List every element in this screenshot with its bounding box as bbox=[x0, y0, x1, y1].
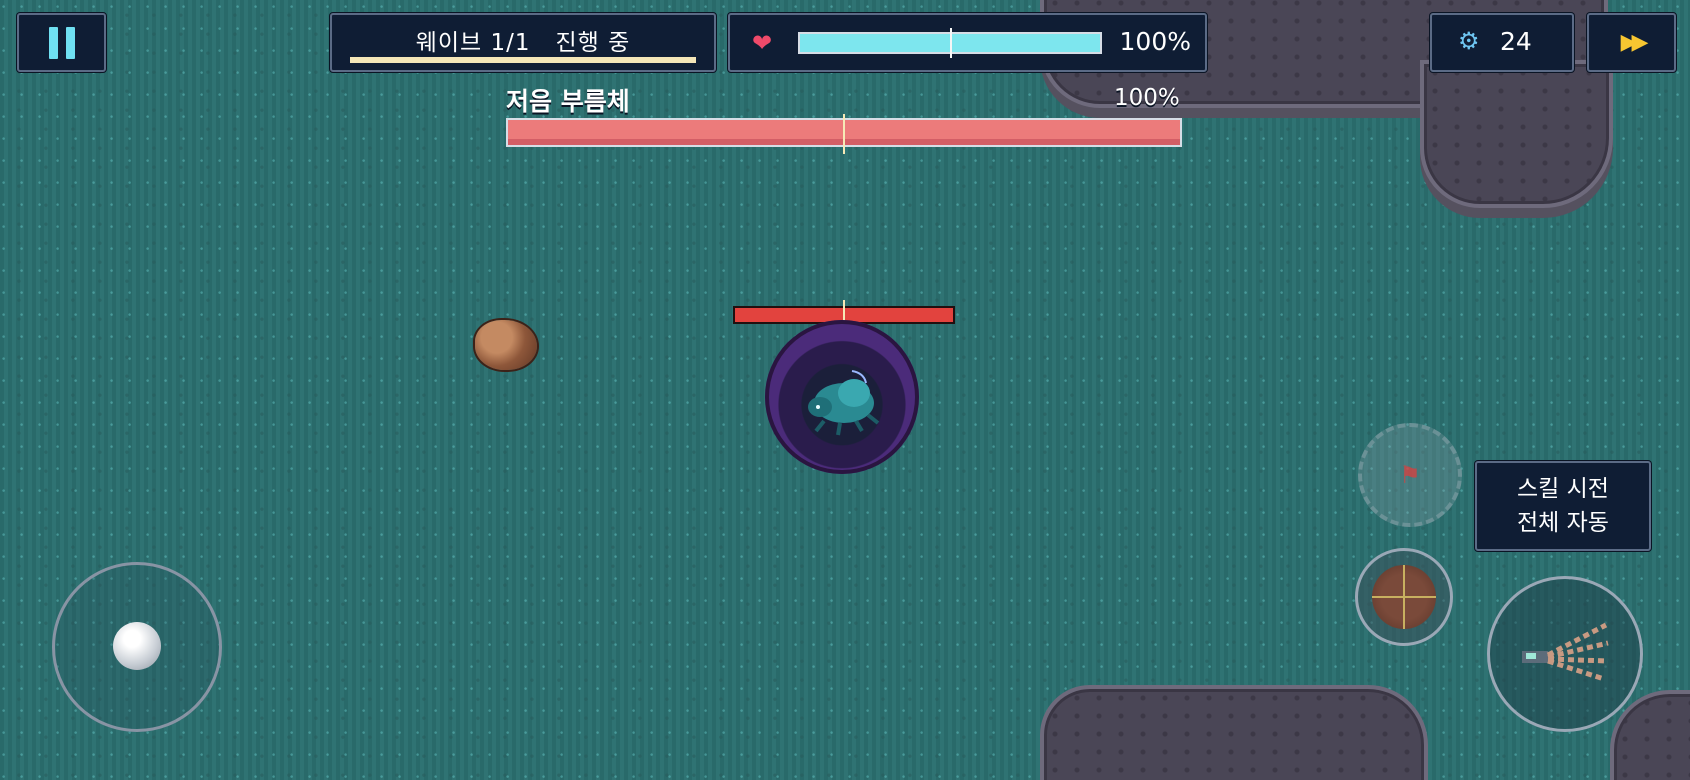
gear-counter: ⚙ 24 bbox=[1430, 13, 1574, 72]
pause-button[interactable] bbox=[17, 13, 106, 72]
flag-skill-button[interactable]: ⚑ bbox=[1358, 423, 1462, 527]
heart-icon: ❤ bbox=[752, 29, 773, 57]
target-skill-button[interactable] bbox=[1355, 548, 1453, 646]
flag-icon: ⚑ bbox=[1399, 461, 1421, 489]
auto-cast-label-line2: 전체 자동 bbox=[1517, 510, 1609, 536]
weapon-icon bbox=[1522, 622, 1609, 682]
boss-name: 저음 부름체 bbox=[506, 87, 630, 116]
fast-forward-button[interactable]: ▶▶ bbox=[1587, 13, 1676, 72]
joystick-knob[interactable] bbox=[113, 622, 161, 670]
meteor-rock bbox=[475, 320, 537, 370]
wave-progress-bar bbox=[350, 57, 696, 63]
boss-health-percent: 100% bbox=[1114, 85, 1180, 111]
boss-creature-sprite bbox=[808, 370, 880, 436]
boss-health-bar bbox=[506, 114, 1182, 154]
auto-cast-toggle-button[interactable]: 스킬 시전 전체 자동 bbox=[1475, 461, 1651, 551]
rock-terrain-bottom bbox=[1040, 685, 1428, 780]
gear-count: 24 bbox=[1500, 27, 1532, 56]
game-field: 웨이브 1/1 진행 중 ❤ 100% ⚙ 24 ▶▶ 저음 부름체 100% bbox=[0, 0, 1690, 780]
player-health-percent: 100% bbox=[1119, 27, 1191, 56]
gear-icon: ⚙ bbox=[1458, 27, 1480, 55]
pause-icon bbox=[45, 26, 79, 59]
auto-cast-label-line1: 스킬 시전 bbox=[1517, 476, 1609, 502]
crosshair-icon bbox=[1372, 565, 1436, 629]
wave-status-panel: 웨이브 1/1 진행 중 bbox=[330, 13, 716, 72]
boss-portal-sprite bbox=[765, 320, 919, 474]
rock-terrain-top-right bbox=[1420, 60, 1613, 208]
attack-skill-button[interactable] bbox=[1487, 576, 1643, 732]
fast-forward-icon: ▶▶ bbox=[1620, 30, 1649, 55]
wave-status-text: 웨이브 1/1 진행 중 bbox=[415, 30, 631, 56]
player-health-bar bbox=[798, 28, 1102, 58]
virtual-joystick[interactable] bbox=[52, 562, 222, 732]
player-health-panel: ❤ 100% bbox=[728, 13, 1207, 72]
